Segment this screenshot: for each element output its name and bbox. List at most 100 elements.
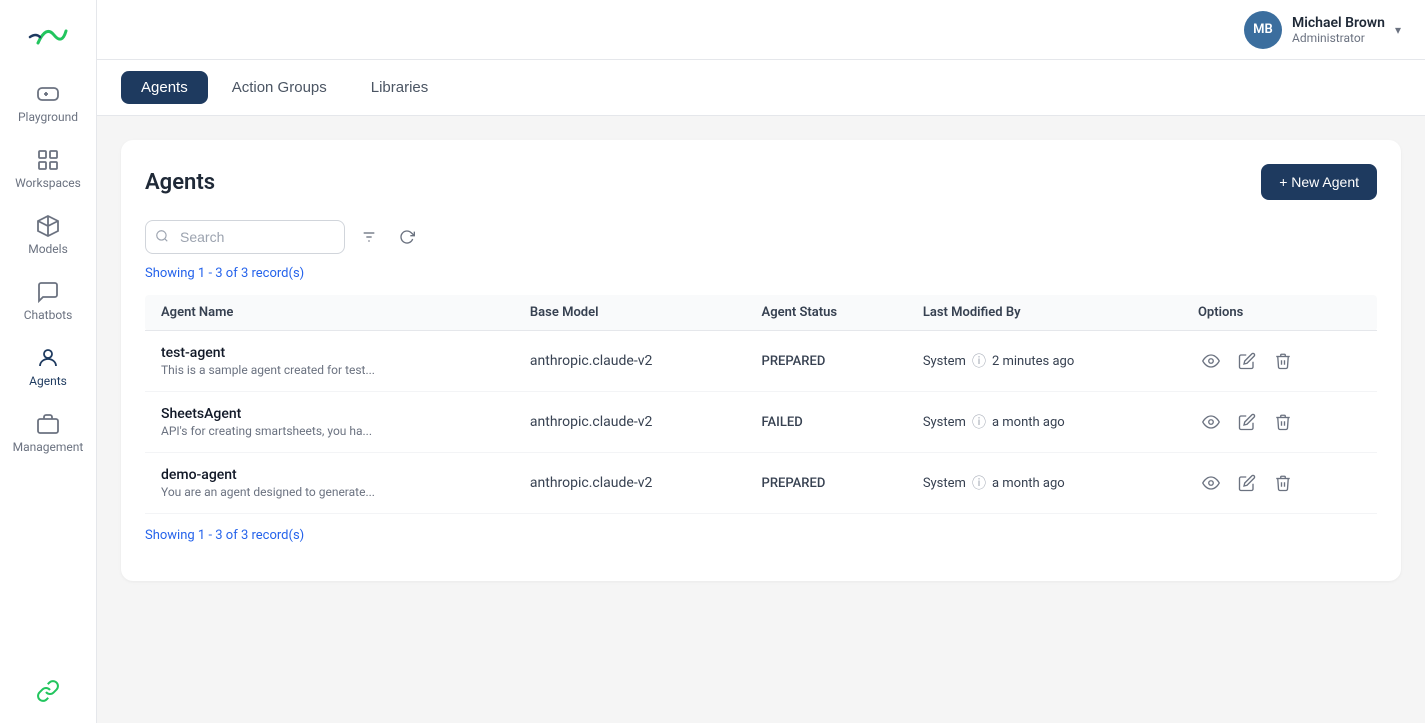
- table-row: SheetsAgent API's for creating smartshee…: [145, 392, 1377, 453]
- sidebar-item-models-label: Models: [28, 242, 68, 256]
- modified-time-0: 2 minutes ago: [992, 354, 1074, 369]
- app-logo: [23, 10, 73, 60]
- base-model-cell-0: anthropic.claude-v2: [514, 331, 746, 392]
- edit-button-1[interactable]: [1234, 409, 1260, 435]
- edit-icon-0: [1238, 352, 1256, 370]
- agents-table: Agent Name Base Model Agent Status Last …: [145, 295, 1377, 514]
- records-count-top: Showing 1 - 3 of 3 record(s): [145, 266, 1377, 281]
- trash-icon-2: [1274, 474, 1292, 492]
- sidebar-item-chatbots[interactable]: Chatbots: [0, 268, 96, 334]
- page-title: Agents: [145, 170, 215, 195]
- agent-name-cell-2: demo-agent You are an agent designed to …: [145, 453, 514, 514]
- status-cell-1: FAILED: [746, 392, 907, 453]
- agent-desc-0: This is a sample agent created for test.…: [161, 363, 498, 377]
- options-cell-0: [1182, 331, 1377, 392]
- modified-time-1: a month ago: [992, 415, 1065, 430]
- modified-time-2: a month ago: [992, 476, 1065, 491]
- edit-icon-2: [1238, 474, 1256, 492]
- eye-icon-1: [1202, 413, 1220, 431]
- agent-name-2: demo-agent: [161, 467, 498, 483]
- user-menu[interactable]: MB Michael Brown Administrator ▾: [1244, 11, 1401, 49]
- agent-name-1: SheetsAgent: [161, 406, 498, 422]
- info-icon-2: ⓘ: [972, 473, 986, 493]
- delete-button-1[interactable]: [1270, 409, 1296, 435]
- chevron-down-icon: ▾: [1395, 23, 1401, 37]
- header: MB Michael Brown Administrator ▾: [97, 0, 1425, 60]
- options-cell-2: [1182, 453, 1377, 514]
- trash-icon-1: [1274, 413, 1292, 431]
- sidebar-item-workspaces-label: Workspaces: [15, 176, 81, 190]
- status-cell-2: PREPARED: [746, 453, 907, 514]
- tab-action-groups[interactable]: Action Groups: [212, 71, 347, 104]
- main-area: MB Michael Brown Administrator ▾ Agents …: [97, 0, 1425, 723]
- delete-button-0[interactable]: [1270, 348, 1296, 374]
- agents-icon: [36, 346, 60, 370]
- info-icon-0: ⓘ: [972, 351, 986, 371]
- sidebar-item-agents[interactable]: Agents: [0, 334, 96, 400]
- workspaces-icon: [36, 148, 60, 172]
- search-wrapper: [145, 220, 345, 254]
- search-input[interactable]: [145, 220, 345, 254]
- sidebar-item-chatbots-label: Chatbots: [24, 308, 73, 322]
- col-base-model: Base Model: [514, 295, 746, 331]
- status-badge-0: PREPARED: [762, 354, 826, 369]
- col-last-modified: Last Modified By: [907, 295, 1182, 331]
- edit-icon-1: [1238, 413, 1256, 431]
- sidebar-item-playground[interactable]: Playground: [0, 70, 96, 136]
- filter-icon: [361, 229, 377, 245]
- modifier-name-1: System: [923, 415, 966, 430]
- agents-card: Agents + New Agent: [121, 140, 1401, 581]
- view-button-2[interactable]: [1198, 470, 1224, 496]
- edit-button-0[interactable]: [1234, 348, 1260, 374]
- delete-button-2[interactable]: [1270, 470, 1296, 496]
- col-agent-name: Agent Name: [145, 295, 514, 331]
- management-icon: [36, 412, 60, 436]
- base-model-cell-1: anthropic.claude-v2: [514, 392, 746, 453]
- tab-agents[interactable]: Agents: [121, 71, 208, 104]
- chatbots-icon: [36, 280, 60, 304]
- user-role: Administrator: [1292, 31, 1385, 45]
- sidebar-item-playground-label: Playground: [18, 110, 78, 124]
- user-info: Michael Brown Administrator: [1292, 15, 1385, 45]
- search-area: [145, 220, 1377, 254]
- link-icon: [36, 679, 60, 703]
- eye-icon-2: [1202, 474, 1220, 492]
- agent-name-cell-1: SheetsAgent API's for creating smartshee…: [145, 392, 514, 453]
- base-model-cell-2: anthropic.claude-v2: [514, 453, 746, 514]
- sidebar-bottom-link[interactable]: [36, 679, 60, 723]
- sidebar-item-management-label: Management: [13, 440, 84, 454]
- sidebar-item-workspaces[interactable]: Workspaces: [0, 136, 96, 202]
- refresh-button[interactable]: [393, 223, 421, 251]
- tab-libraries[interactable]: Libraries: [351, 71, 449, 104]
- filter-button[interactable]: [355, 223, 383, 251]
- models-icon: [36, 214, 60, 238]
- modified-cell-2: System ⓘ a month ago: [907, 453, 1182, 514]
- refresh-icon: [399, 229, 415, 245]
- modifier-name-2: System: [923, 476, 966, 491]
- user-name: Michael Brown: [1292, 15, 1385, 31]
- avatar: MB: [1244, 11, 1282, 49]
- status-cell-0: PREPARED: [746, 331, 907, 392]
- view-button-1[interactable]: [1198, 409, 1224, 435]
- table-row: demo-agent You are an agent designed to …: [145, 453, 1377, 514]
- edit-button-2[interactable]: [1234, 470, 1260, 496]
- agent-desc-1: API's for creating smartsheets, you ha..…: [161, 424, 498, 438]
- modified-cell-0: System ⓘ 2 minutes ago: [907, 331, 1182, 392]
- agent-desc-2: You are an agent designed to generate...: [161, 485, 498, 499]
- eye-icon-0: [1202, 352, 1220, 370]
- col-options: Options: [1182, 295, 1377, 331]
- sidebar-item-management[interactable]: Management: [0, 400, 96, 466]
- search-icon: [155, 228, 169, 247]
- status-badge-2: PREPARED: [762, 476, 826, 491]
- modifier-name-0: System: [923, 354, 966, 369]
- agent-name-cell-0: test-agent This is a sample agent create…: [145, 331, 514, 392]
- info-icon-1: ⓘ: [972, 412, 986, 432]
- col-agent-status: Agent Status: [746, 295, 907, 331]
- sidebar-item-models[interactable]: Models: [0, 202, 96, 268]
- status-badge-1: FAILED: [762, 415, 803, 430]
- view-button-0[interactable]: [1198, 348, 1224, 374]
- new-agent-button[interactable]: + New Agent: [1261, 164, 1377, 200]
- options-cell-1: [1182, 392, 1377, 453]
- content-area: Agents + New Agent: [97, 116, 1425, 723]
- tab-bar: Agents Action Groups Libraries: [97, 60, 1425, 116]
